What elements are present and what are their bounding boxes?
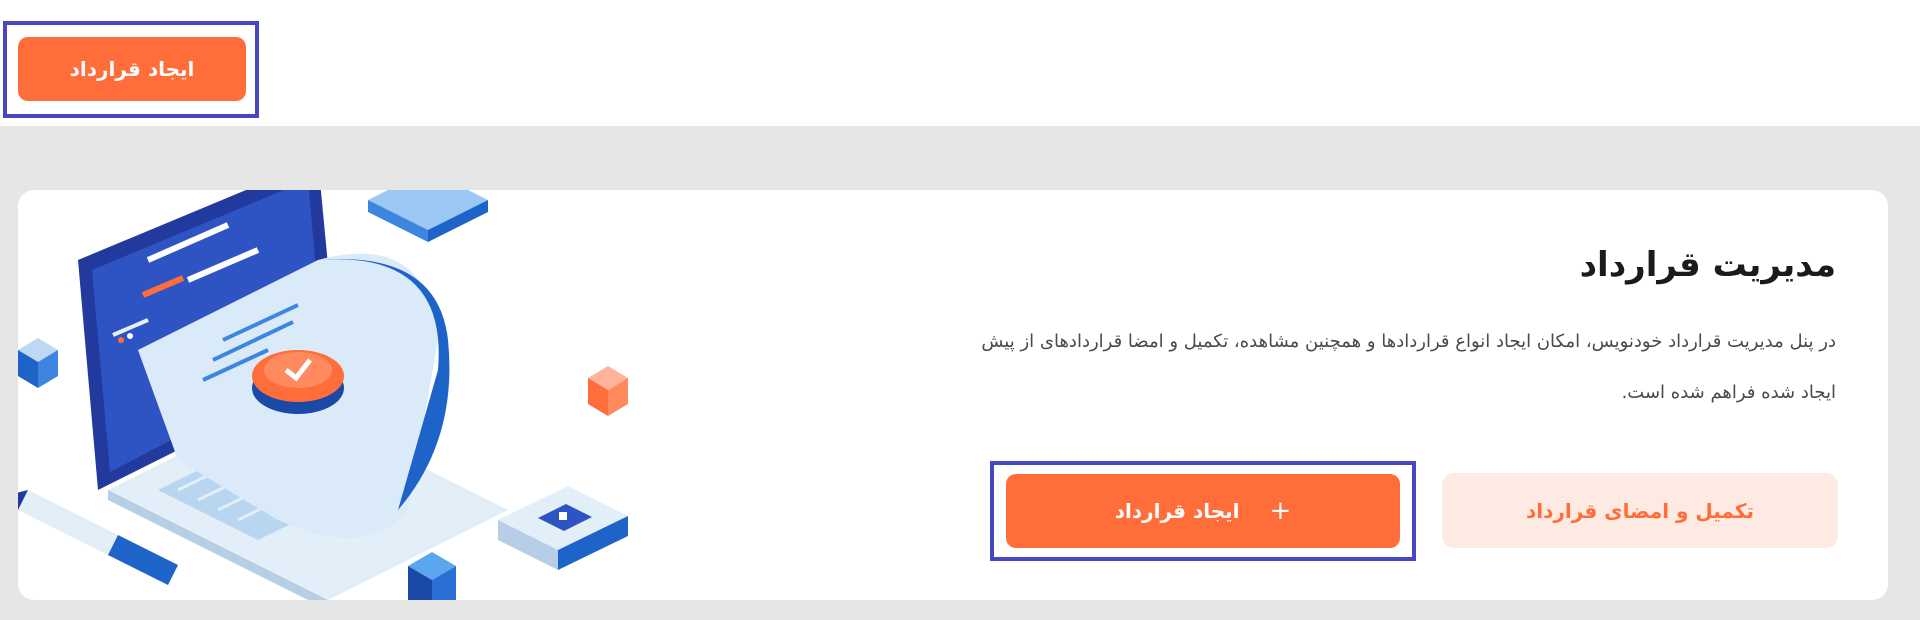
check-seal-icon (252, 350, 344, 414)
highlight-frame-top (3, 21, 259, 118)
highlight-frame-create (990, 461, 1416, 561)
card-description: در پنل مدیریت قرارداد خودنویس، امکان ایج… (981, 331, 1836, 403)
contract-illustration (18, 190, 628, 600)
cube-left (18, 338, 58, 388)
floating-tablet (368, 190, 488, 242)
top-bar (0, 0, 1920, 126)
complete-and-sign-button[interactable]: تکمیل و امضای قرارداد (1442, 473, 1838, 548)
cube-bottom (408, 552, 456, 600)
router-box (498, 486, 628, 570)
card-title: مدیریت قرارداد (1579, 245, 1836, 285)
cube-orange (588, 366, 628, 416)
